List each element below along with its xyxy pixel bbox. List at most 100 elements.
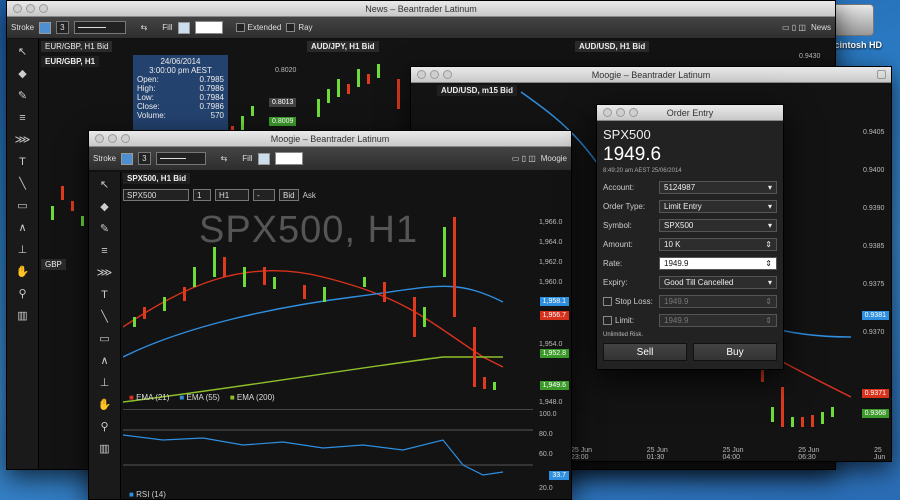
rate-field[interactable]: 1949.9 ⇕ [659,257,777,270]
close-button[interactable] [603,108,612,117]
audusd-axis-5: 0.9385 [863,243,885,250]
stepper-icon[interactable]: ⇕ [765,240,772,249]
layout-icon[interactable]: ▭ ▯ ◫ [512,154,536,163]
pen-icon[interactable]: ✎ [100,221,109,237]
zoom-icon[interactable]: ⚲ [100,419,108,435]
ema200-label: EMA (200) [236,393,275,402]
title-bar[interactable]: Moogie – Beantrader Latinum [411,67,891,83]
chevron-down-icon: ▾ [767,221,772,230]
close-button[interactable] [417,70,426,79]
layout-icon[interactable]: ▭ ▯ ◫ [782,23,806,32]
ohlc-tooltip: 24/06/2014 3:00:00 pm AEST Open: 0.7985 H… [133,55,228,135]
minimize-button[interactable] [108,134,117,143]
hand-icon[interactable]: ✋ [16,264,30,280]
tab-eurgbp[interactable]: EUR/GBP, H1 Bid [41,41,113,52]
wave-icon[interactable]: ∧ [18,220,26,236]
spx-tab[interactable]: SPX500, H1 Bid [123,173,191,184]
lines-icon[interactable]: ≡ [19,110,25,126]
audusd-tag-ema: 0.9381 [861,311,889,320]
fill-color-swatch[interactable] [177,21,190,34]
close-button[interactable] [13,4,22,13]
indicator-icon[interactable]: ▥ [99,441,109,457]
symbol-select[interactable]: SPX500 ▾ [659,219,777,232]
stamp-icon[interactable]: ⊥ [100,375,110,391]
line-style-select[interactable] [155,152,206,165]
extended-checkbox[interactable] [235,23,245,33]
lines-icon[interactable]: ≡ [101,243,107,259]
account-select[interactable]: 5124987 ▾ [659,181,777,194]
fill-color-box[interactable] [274,152,303,165]
eraser-icon[interactable]: ◆ [18,66,26,82]
traffic-lights[interactable] [95,134,130,143]
order-type-select[interactable]: Limit Entry ▾ [659,200,777,213]
stop-loss-checkbox[interactable] [603,297,612,307]
moogie-menu[interactable]: Moogie [541,154,567,163]
window-resize-button[interactable] [877,70,886,79]
eraser-icon[interactable]: ◆ [100,199,108,215]
stepper-icon[interactable]: ⇕ [765,259,772,268]
stepper-icon[interactable]: ⇕ [765,297,772,306]
traffic-lights[interactable] [603,108,638,117]
bid-button[interactable]: Bid [279,189,299,201]
period-select[interactable]: H1 [215,189,249,201]
sell-button[interactable]: Sell [603,343,687,361]
line-style-icon [159,158,186,159]
channel-icon[interactable]: ⋙ [15,132,31,148]
wave-icon[interactable]: ∧ [100,353,108,369]
buy-button[interactable]: Buy [693,343,777,361]
amount-field[interactable]: 10 K ⇕ [659,238,777,251]
tooltip-close-label: Close: [137,102,160,111]
line-icon[interactable]: ╲ [19,176,26,192]
line-icon[interactable]: ╲ [101,309,108,325]
stroke-color-swatch[interactable] [121,152,134,165]
title-bar[interactable]: Order Entry [597,105,783,121]
limit-checkbox[interactable] [603,316,612,326]
fill-color-swatch[interactable] [257,152,270,165]
limit-field[interactable]: 1949.9 ⇕ [659,314,777,327]
title-bar[interactable]: News – Beantrader Latinum [7,1,835,17]
stroke-width-field[interactable]: 3 [56,21,69,34]
pointer-icon[interactable]: ↖ [18,44,27,60]
rect-icon[interactable]: ▭ [99,331,109,347]
pointer-icon[interactable]: ↖ [100,177,109,193]
channel-icon[interactable]: ⋙ [97,265,113,281]
fill-color-box[interactable] [194,21,223,34]
tab-audjpy[interactable]: AUD/JPY, H1 Bid [307,41,379,52]
ray-checkbox[interactable] [286,23,296,33]
zoom-button[interactable] [39,4,48,13]
stroke-color-swatch[interactable] [39,21,52,34]
pen-icon[interactable]: ✎ [18,88,27,104]
expiry-select[interactable]: Good Till Cancelled ▾ [659,276,777,289]
ask-button[interactable]: Ask [303,191,316,200]
zoom-icon[interactable]: ⚲ [18,286,26,302]
minimize-button[interactable] [26,4,35,13]
dash-select[interactable]: - [253,189,275,201]
swap-icon[interactable]: ⇆ [141,23,148,32]
line-style-select[interactable] [73,21,126,34]
symbol-select[interactable]: SPX500 [123,189,189,201]
tab-gbp[interactable]: GBP [41,259,66,270]
zoom-button[interactable] [121,134,130,143]
zoom-button[interactable] [443,70,452,79]
tab-audusd-h1[interactable]: AUD/USD, H1 Bid [575,41,650,52]
traffic-lights[interactable] [13,4,48,13]
rect-icon[interactable]: ▭ [17,198,27,214]
title-bar[interactable]: Moogie – Beantrader Latinum [89,131,571,147]
text-icon[interactable]: T [101,287,108,303]
news-menu[interactable]: News [811,23,831,32]
stop-loss-field[interactable]: 1949.9 ⇕ [659,295,777,308]
minimize-button[interactable] [430,70,439,79]
qty-select[interactable]: 1 [193,189,211,201]
indicator-icon[interactable]: ▥ [17,308,27,324]
stroke-label: Stroke [93,154,117,163]
hand-icon[interactable]: ✋ [98,397,112,413]
close-button[interactable] [95,134,104,143]
text-icon[interactable]: T [19,154,26,170]
swap-icon[interactable]: ⇆ [221,154,228,163]
zoom-button[interactable] [629,108,638,117]
stepper-icon[interactable]: ⇕ [765,316,772,325]
traffic-lights[interactable] [417,70,452,79]
stamp-icon[interactable]: ⊥ [18,242,28,258]
minimize-button[interactable] [616,108,625,117]
stroke-width-field[interactable]: 3 [138,152,151,165]
